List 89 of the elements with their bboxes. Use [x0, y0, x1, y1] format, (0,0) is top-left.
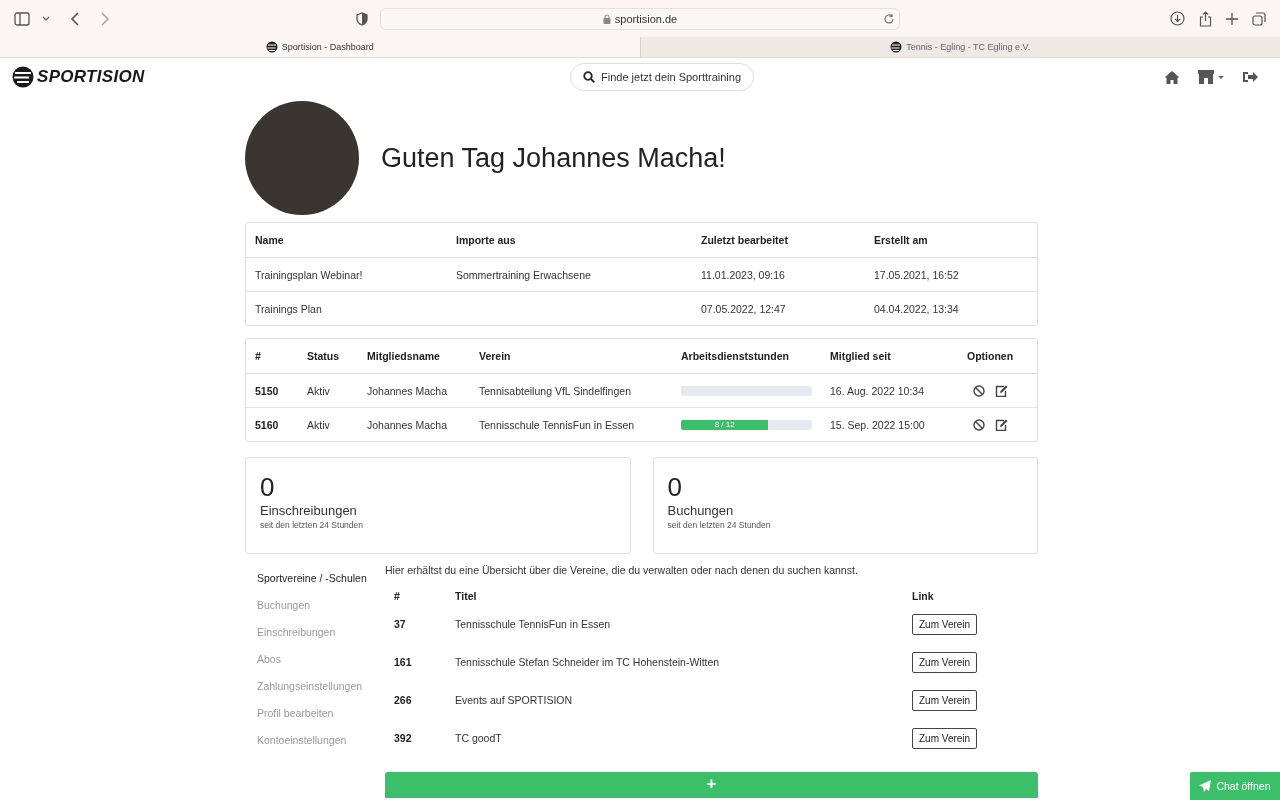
column-header: Status: [307, 350, 341, 362]
table-cell-text: Johannes Macha: [367, 418, 448, 431]
table-cell-text: 17.05.2021, 16:52: [874, 268, 960, 281]
sidebar-item[interactable]: Buchungen: [245, 599, 385, 626]
column-header: Importe aus: [456, 234, 517, 246]
table-cell-text: Tennisschule Stefan Schneider im TC Hohenstein-Witten: [455, 656, 721, 668]
browser-tab[interactable]: Sportision - Dashboard: [0, 37, 640, 57]
column-header: Name: [255, 234, 285, 246]
table-cell-text: Events auf SPORTISION: [455, 694, 574, 706]
paper-plane-icon: [1199, 780, 1212, 792]
table-cell-text: 266: [394, 694, 413, 706]
table-cell-text: Aktiv: [307, 418, 331, 431]
column-header: Titel: [455, 590, 478, 602]
stat-count: 0: [667, 472, 683, 502]
table-cell-text: 37: [394, 618, 407, 630]
column-header: #: [255, 350, 262, 362]
table-cell-text: 15. Sep. 2022 15:00: [830, 418, 926, 431]
table-cell-text: TC goodT: [455, 732, 503, 744]
stat-note: seit den letzten 24 Stunden: [260, 520, 365, 530]
table-cell-text: Tennisabteilung VfL Sindelfingen: [479, 384, 632, 397]
shield-icon[interactable]: [356, 11, 368, 26]
table-cell-text: 11.01.2023, 09:16: [701, 268, 786, 281]
column-header: Optionen: [967, 350, 1015, 362]
table-cell-text: Tennisschule TennisFun in Essen: [479, 418, 636, 431]
club-link-button[interactable]: Zum Verein: [912, 728, 978, 749]
sidebar-item[interactable]: Profil bearbeiten: [245, 707, 385, 734]
sidebar-item[interactable]: Zahlungseinstellungen: [245, 680, 385, 707]
table-cell-text: 392: [394, 732, 413, 744]
edit-icon[interactable]: [995, 384, 1008, 397]
tab-title: Sportision - Dashboard: [281, 42, 374, 52]
column-header: Zuletzt bearbeitet: [701, 234, 789, 246]
table-cell-text: 04.04.2022, 13:34: [874, 302, 960, 315]
logo-icon: [890, 41, 903, 53]
sidebar-item[interactable]: Sportvereine / -Schulen: [245, 572, 385, 599]
tab-title: Tennis - Egling - TC Egling e.V.: [906, 42, 1031, 52]
greeting-heading: Guten Tag Johannes Macha!: [381, 142, 726, 174]
sidebar-item[interactable]: Einschreibungen: [245, 626, 385, 653]
chevron-down-icon[interactable]: [42, 15, 50, 22]
browser-tab[interactable]: Tennis - Egling - TC Egling e.V.: [639, 37, 1280, 57]
search-button[interactable]: Finde jetzt dein Sporttraining: [570, 63, 755, 91]
store-icon[interactable]: [1198, 70, 1224, 84]
column-header: Verein: [479, 350, 512, 362]
table-cell-text: 07.05.2022, 12:47: [701, 302, 787, 315]
column-header: Arbeitsdienststunden: [681, 350, 790, 362]
column-header: Mitgliedsname: [367, 350, 441, 362]
sidebar-item[interactable]: Abos: [245, 653, 385, 680]
column-header: Erstellt am: [874, 234, 929, 246]
download-icon[interactable]: [1170, 11, 1185, 26]
table-cell-text: 16. Aug. 2022 10:34: [830, 384, 925, 397]
logo-wordmark: SPORTISION: [37, 67, 145, 87]
search-icon: [583, 71, 595, 83]
table-cell-text: 5160: [255, 418, 280, 431]
ban-icon[interactable]: [973, 418, 985, 431]
share-icon[interactable]: [1199, 10, 1212, 27]
table-cell-text: Aktiv: [307, 384, 331, 397]
table-cell-text: Sommertraining Erwachsene: [456, 268, 592, 281]
club-link-button[interactable]: Zum Verein: [912, 690, 978, 711]
stat-note: seit den letzten 24 Stunden: [667, 520, 772, 530]
stat-label: Buchungen: [667, 503, 735, 518]
lock-icon: [602, 13, 611, 24]
table-cell-text: Trainingsplan Webinar!: [255, 268, 364, 281]
logo-icon: [265, 41, 278, 53]
stat-label: Einschreibungen: [260, 503, 358, 518]
edit-icon[interactable]: [995, 418, 1008, 431]
table-cell-text: Johannes Macha: [367, 384, 448, 397]
column-header: Link: [912, 590, 935, 602]
back-icon[interactable]: [70, 11, 80, 26]
table-cell-text: 161: [394, 656, 413, 668]
club-link-button[interactable]: Zum Verein: [912, 652, 978, 673]
progress-label: 8 / 12: [714, 420, 735, 429]
tabs-icon[interactable]: [1252, 11, 1266, 26]
home-icon[interactable]: [1164, 70, 1180, 84]
logo-icon: [12, 66, 34, 88]
column-header: #: [394, 590, 401, 602]
table-cell-text: Trainings Plan: [255, 302, 323, 315]
column-header: Mitglied seit: [830, 350, 892, 362]
club-link-button[interactable]: Zum Verein: [912, 614, 978, 635]
ban-icon[interactable]: [973, 384, 985, 397]
address-bar[interactable]: sportision.de: [380, 7, 900, 30]
logout-icon[interactable]: [1242, 70, 1258, 84]
table-cell-text: Tennisschule TennisFun in Essen: [455, 618, 612, 630]
sidebar-icon[interactable]: [14, 11, 30, 26]
intro-text: Hier erhältst du eine Übersicht über die Vereine, die du verwalten oder nach denen du suchen kannst.: [385, 564, 859, 576]
stat-count: 0: [260, 472, 276, 502]
reload-icon[interactable]: [883, 12, 895, 25]
url-text: sportision.de: [614, 12, 678, 25]
table-cell-text: 5150: [255, 384, 280, 397]
plus-icon[interactable]: [1226, 12, 1238, 25]
sidebar-item[interactable]: Kontoeinstellungen: [245, 734, 385, 761]
